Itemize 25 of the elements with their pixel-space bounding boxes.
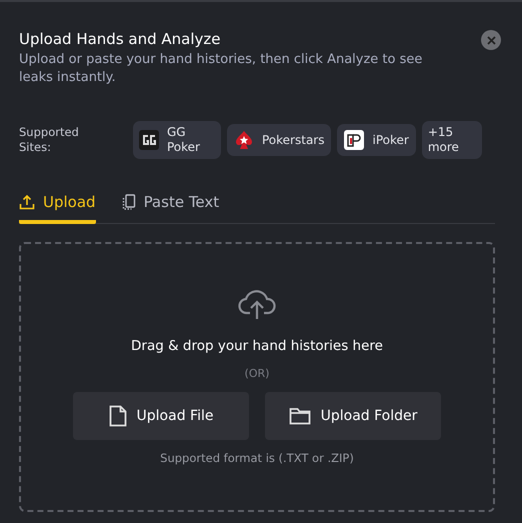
- or-separator: (OR): [244, 367, 270, 380]
- dialog-subtitle: Upload or paste your hand histories, then click Analyze to see leaks instantly.: [19, 51, 424, 87]
- folder-icon: [288, 407, 311, 425]
- format-note: Supported format is (.TXT or .ZIP): [160, 451, 354, 465]
- upload-button[interactable]: Upload File: [73, 392, 249, 440]
- dialog-title: Upload Hands and Analyze: [19, 29, 222, 50]
- tab[interactable]: Upload: [19, 187, 96, 224]
- supported-sites-label: Supported Sites:: [19, 125, 80, 155]
- upload-icon: [19, 194, 35, 210]
- site-name: iPoker: [372, 132, 409, 148]
- upload-button[interactable]: Upload Folder: [265, 392, 441, 440]
- gg-logo-icon: [139, 130, 159, 150]
- site-name: Pokerstars: [262, 132, 324, 148]
- tab[interactable]: Paste Text: [122, 187, 220, 224]
- site-name: +15 more: [428, 125, 460, 155]
- drop-prompt: Drag & drop your hand histories here: [131, 338, 383, 354]
- clipboard-icon: [122, 194, 136, 210]
- ipoker-logo-icon: [344, 130, 364, 150]
- close-icon: [486, 36, 496, 44]
- site-name: GG Poker: [167, 125, 201, 155]
- file-icon: [108, 405, 127, 427]
- spade-star-icon: [234, 130, 254, 150]
- close-button[interactable]: [481, 30, 501, 50]
- cloud-upload-icon: [238, 288, 276, 320]
- dropzone[interactable]: Drag & drop your hand histories here (OR) Upload File Upload Folder Supported format is (.TXT or .ZIP): [19, 242, 495, 512]
